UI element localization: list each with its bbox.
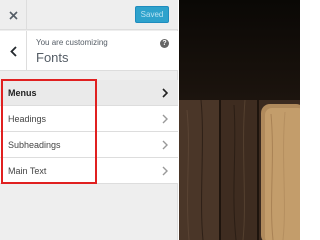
menu-item-label: Headings <box>8 113 47 124</box>
menu-item-label: Main Text <box>8 165 47 176</box>
customizing-label: You are customizing <box>36 38 108 47</box>
chevron-right-icon <box>162 140 168 150</box>
chevron-right-icon <box>162 88 168 98</box>
wood-preview-image <box>179 0 300 240</box>
font-options-list: Menus Headings Subheadings Main Text <box>0 80 178 184</box>
saved-button[interactable]: Saved <box>135 6 169 23</box>
chevron-left-icon <box>9 45 17 57</box>
back-button[interactable] <box>0 31 27 71</box>
customizer-topbar: Saved <box>0 0 178 30</box>
menu-item-label: Menus <box>8 87 37 98</box>
help-icon[interactable]: ? <box>160 39 169 48</box>
section-header: You are customizing Fonts ? <box>0 31 178 71</box>
chevron-right-icon <box>162 166 168 176</box>
menu-item-headings[interactable]: Headings <box>0 106 178 132</box>
menu-item-subheadings[interactable]: Subheadings <box>0 132 178 158</box>
section-title: Fonts <box>36 50 69 65</box>
close-button[interactable] <box>0 0 27 30</box>
menu-item-main-text[interactable]: Main Text <box>0 158 178 184</box>
menu-item-menus[interactable]: Menus <box>0 80 178 106</box>
menu-item-label: Subheadings <box>8 139 61 150</box>
chevron-right-icon <box>162 114 168 124</box>
site-preview <box>179 0 300 240</box>
close-icon <box>8 10 18 20</box>
customizer-panel: Saved You are customizing Fonts ? Menus … <box>0 0 178 240</box>
